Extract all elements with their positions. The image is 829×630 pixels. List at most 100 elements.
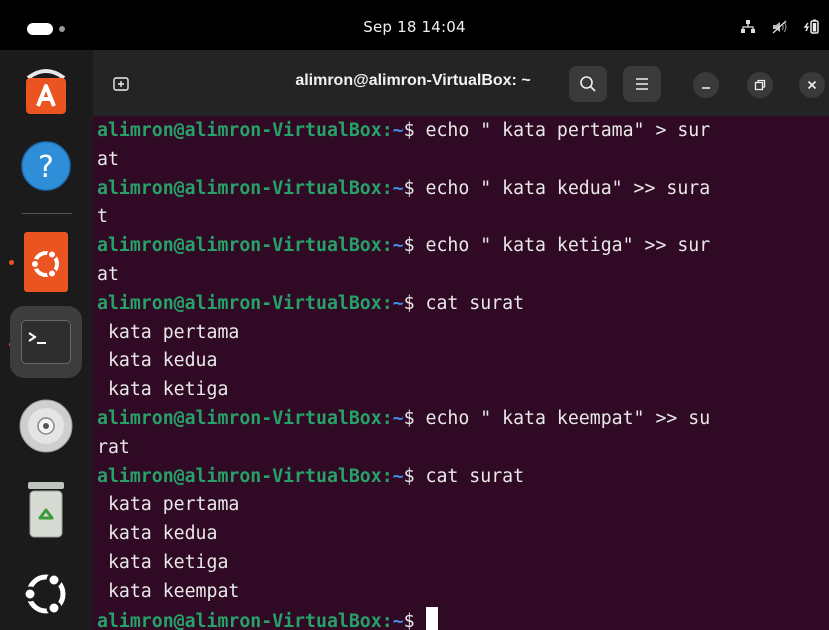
close-button[interactable] (799, 72, 825, 98)
prompt-path: ~ (392, 465, 404, 487)
prompt-dollar: $ (403, 610, 415, 630)
prompt-dollar: $ (403, 465, 415, 487)
prompt-dollar: $ (403, 177, 415, 199)
prompt-user-host: alimron@alimron-VirtualBox (97, 610, 382, 630)
prompt-path: ~ (392, 407, 404, 429)
window-titlebar[interactable]: alimron@alimron-VirtualBox: ~ (93, 50, 829, 116)
top-bar: Sep 18 14:04 (0, 0, 829, 50)
minimize-button[interactable] (693, 72, 719, 98)
output-line: kata keempat (97, 578, 829, 607)
prompt-line: alimron@alimron-VirtualBox:~$ echo " kat… (97, 117, 829, 146)
prompt-colon: : (381, 610, 393, 630)
command-text: cat surat (414, 465, 525, 487)
ubuntu-logo-icon (24, 232, 68, 292)
output-text: kata pertama (97, 321, 240, 343)
output-text: kata kedua (97, 350, 218, 372)
prompt-dollar: $ (403, 407, 415, 429)
prompt-line: alimron@alimron-VirtualBox:~$ echo " kat… (97, 232, 829, 261)
restore-icon (754, 79, 766, 91)
clock[interactable]: Sep 18 14:04 (0, 18, 829, 36)
prompt-line: alimron@alimron-VirtualBox:~$ echo " kat… (97, 175, 829, 204)
hamburger-menu-icon (636, 78, 648, 90)
trash-icon (28, 482, 64, 538)
output-line: rat (97, 434, 829, 463)
system-tray[interactable] (739, 18, 821, 36)
ubuntu-circle-icon (22, 572, 66, 616)
output-text: rat (97, 436, 130, 458)
prompt-dollar: $ (403, 120, 415, 141)
output-line: at (97, 146, 829, 175)
text-cursor (425, 606, 438, 630)
output-text: kata ketiga (97, 551, 229, 573)
window-title: alimron@alimron-VirtualBox: ~ (295, 72, 531, 89)
output-line: kata kedua (97, 347, 829, 376)
prompt-line: alimron@alimron-VirtualBox:~$ cat surat (97, 463, 829, 492)
dock-item-trash[interactable] (10, 474, 82, 546)
prompt-user-host: alimron@alimron-VirtualBox (97, 292, 382, 314)
prompt-colon: : (381, 177, 393, 199)
command-text: cat surat (414, 292, 525, 314)
new-tab-icon (113, 77, 129, 91)
terminal-icon (21, 320, 71, 364)
output-text: kata ketiga (97, 379, 229, 401)
prompt-user-host: alimron@alimron-VirtualBox (97, 235, 382, 257)
new-tab-button[interactable] (105, 68, 137, 100)
dock: ? (0, 50, 93, 630)
prompt-colon: : (381, 120, 393, 141)
menu-button[interactable] (623, 66, 661, 102)
svg-text:?: ? (38, 150, 54, 185)
prompt-line: alimron@alimron-VirtualBox:~$ echo " kat… (97, 405, 829, 434)
help-icon: ? (21, 141, 71, 191)
output-line: kata ketiga (97, 549, 829, 578)
battery-icon (803, 18, 821, 36)
prompt-colon: : (381, 292, 393, 314)
dock-separator (22, 213, 72, 214)
minimize-icon (702, 87, 710, 89)
terminal-output[interactable]: alimron@alimron-VirtualBox:~$ echo " kat… (97, 117, 829, 630)
output-line: kata pertama (97, 491, 829, 520)
output-text: t (97, 206, 108, 228)
prompt-line: alimron@alimron-VirtualBox:~$ cat surat (97, 290, 829, 319)
maximize-button[interactable] (747, 72, 773, 98)
command-text (415, 611, 426, 630)
dock-item-ubuntu-app[interactable] (10, 226, 82, 298)
prompt-path: ~ (392, 610, 404, 630)
terminal-window: alimron@alimron-VirtualBox: ~ alimron@al… (93, 50, 829, 630)
dock-item-show-apps[interactable] (10, 558, 82, 630)
output-text: kata pertama (97, 494, 240, 516)
command-text: echo " kata keempat" >> su (414, 407, 711, 429)
dock-item-help[interactable]: ? (10, 130, 82, 202)
prompt-user-host: alimron@alimron-VirtualBox (97, 177, 382, 199)
close-icon (807, 80, 817, 90)
prompt-user-host: alimron@alimron-VirtualBox (97, 465, 382, 487)
command-text: echo " kata ketiga" >> sur (414, 235, 711, 257)
dock-item-terminal[interactable] (10, 306, 82, 378)
output-line: at (97, 261, 829, 290)
prompt-user-host: alimron@alimron-VirtualBox (97, 407, 382, 429)
prompt-dollar: $ (403, 292, 415, 314)
output-line: kata kedua (97, 520, 829, 549)
dock-item-app-center[interactable] (10, 54, 82, 126)
prompt-user-host: alimron@alimron-VirtualBox (97, 120, 382, 141)
prompt-path: ~ (392, 292, 404, 314)
prompt-path: ~ (392, 120, 404, 141)
prompt-colon: : (381, 235, 393, 257)
output-text: kata keempat (97, 580, 240, 602)
command-text: echo " kata pertama" > sur (414, 120, 711, 141)
search-button[interactable] (569, 66, 607, 102)
dock-item-disc[interactable] (10, 390, 82, 462)
output-line: kata pertama (97, 319, 829, 348)
output-line: kata ketiga (97, 376, 829, 405)
volume-muted-icon (771, 18, 789, 36)
app-center-icon (26, 69, 66, 114)
prompt-dollar: $ (403, 235, 415, 257)
prompt-colon: : (381, 465, 393, 487)
prompt-path: ~ (392, 177, 404, 199)
output-text: kata kedua (97, 523, 218, 545)
command-text: echo " kata kedua" >> sura (414, 177, 711, 199)
prompt-line: alimron@alimron-VirtualBox:~$ (97, 606, 829, 630)
output-line: t (97, 203, 829, 232)
network-icon (739, 18, 757, 36)
prompt-path: ~ (392, 235, 404, 257)
prompt-colon: : (381, 407, 393, 429)
